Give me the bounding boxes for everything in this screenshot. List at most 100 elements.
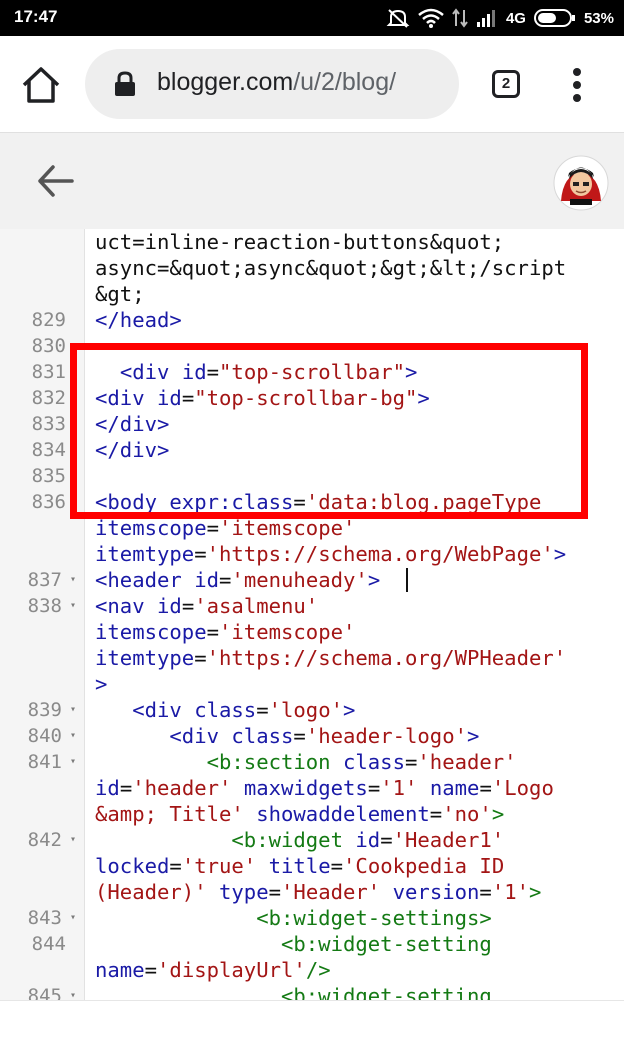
line-number: 831 (31, 361, 66, 383)
code-token: = (367, 776, 381, 800)
fold-toggle-icon[interactable]: ▾ (70, 749, 76, 775)
code-line[interactable]: name='displayUrl'/> (95, 957, 331, 983)
signal-icon (476, 10, 495, 27)
code-token: = (206, 516, 219, 540)
code-token: <div (119, 360, 182, 384)
code-token: type (219, 880, 269, 904)
code-token: <b:section (206, 750, 343, 774)
code-token: <b:widget-setting (280, 932, 492, 956)
code-token: showaddelement (256, 802, 430, 826)
code-token: /> (305, 958, 331, 982)
code-token: > (405, 360, 418, 384)
code-line[interactable]: > (95, 671, 107, 697)
line-number: 830 (31, 335, 66, 357)
code-line[interactable]: <b:section class='header' (95, 749, 517, 775)
code-line[interactable]: <b:widget-setting (95, 983, 492, 1000)
code-token: </div> (95, 412, 170, 436)
code-token: = (144, 958, 158, 982)
code-token: 'Logo (491, 776, 554, 800)
code-line[interactable]: <b:widget-settings> (95, 905, 492, 931)
code-token: <b:widget-setting (280, 984, 492, 1000)
code-token: <div (132, 698, 195, 722)
code-token: 'https://schema.org/WPHeader' (206, 646, 567, 670)
code-line[interactable]: <body expr:class='data:blog.pageType (95, 489, 541, 515)
profile-avatar[interactable] (553, 155, 609, 211)
line-number: 842 (27, 829, 62, 851)
code-token: id (95, 776, 120, 800)
code-token: 'no' (442, 802, 492, 826)
code-token: "top-scrollbar-bg" (194, 386, 418, 410)
code-line[interactable]: uct=inline-reaction-buttons&quot; (95, 229, 504, 255)
address-bar[interactable]: blogger.com/u/2/blog/ (85, 49, 459, 119)
fold-toggle-icon[interactable]: ▾ (70, 697, 76, 723)
line-number: 838 (27, 595, 62, 617)
fold-toggle-icon[interactable]: ▾ (70, 593, 76, 619)
code-line[interactable]: itemtype='https://schema.org/WPHeader' (95, 645, 566, 671)
code-line[interactable]: <header id='menuheady'> (95, 567, 380, 593)
code-token: itemtype (95, 646, 195, 670)
code-token: &gt; (95, 282, 145, 306)
code-token: = (293, 724, 306, 748)
code-token: > (467, 724, 480, 748)
fold-toggle-icon[interactable]: ▾ (70, 567, 76, 593)
url-path: /u/2/blog/ (293, 68, 397, 96)
bottom-bar (0, 1000, 624, 1041)
fold-toggle-icon[interactable]: ▾ (70, 827, 76, 853)
code-line[interactable]: <div class='header-logo'> (95, 723, 479, 749)
code-line[interactable]: locked='true' title='Cookpedia ID (95, 853, 504, 879)
code-line[interactable]: &gt; (95, 281, 145, 307)
code-editor[interactable]: 829 830 831 832 833 834 835 836 837 ▾ 838 ▾ 839 ▾ 840 ▾… (0, 229, 624, 1000)
code-token: <nav (95, 594, 157, 618)
line-number: 834 (31, 439, 66, 461)
code-token: locked (95, 854, 170, 878)
url-host: blogger.com (157, 68, 294, 96)
code-token: 'header' (417, 750, 517, 774)
code-token: '1' (491, 880, 530, 904)
code-token: itemscope (95, 620, 207, 644)
code-line[interactable]: itemscope='itemscope' (95, 619, 355, 645)
fold-toggle-icon[interactable]: ▾ (70, 905, 76, 931)
code-line[interactable]: &amp; Title' showaddelement='no'> (95, 801, 504, 827)
code-line[interactable]: </div> (95, 437, 169, 463)
code-token: > (367, 568, 381, 592)
code-line[interactable]: </div> (95, 411, 169, 437)
fold-toggle-icon[interactable]: ▾ (70, 983, 76, 1000)
code-line[interactable]: </head> (95, 307, 182, 333)
code-token: = (194, 542, 207, 566)
code-line[interactable]: itemtype='https://schema.org/WebPage'> (95, 541, 566, 567)
code-line[interactable]: <b:widget-setting (95, 931, 492, 957)
code-line[interactable]: <nav id='asalmenu' (95, 593, 318, 619)
code-token: name (429, 776, 480, 800)
code-token: 'logo' (268, 698, 344, 722)
home-icon[interactable] (20, 64, 62, 106)
code-line[interactable]: (Header)' type='Header' version='1'> (95, 879, 541, 905)
back-arrow-icon[interactable] (36, 163, 74, 199)
line-number: 829 (31, 309, 66, 331)
code-token: <header (95, 568, 195, 592)
code-token: (Header)' (95, 880, 207, 904)
tab-switcher-button[interactable]: 2 (492, 70, 520, 98)
more-menu-icon[interactable] (564, 66, 590, 104)
code-token: 'https://schema.org/WebPage' (206, 542, 554, 566)
url-text: blogger.com/u/2/blog/ (157, 68, 396, 97)
code-line[interactable]: async=&quot;async&quot;&gt;&lt;/script (95, 255, 566, 281)
battery-percent: 53% (583, 9, 614, 27)
code-line[interactable]: <b:widget id='Header1' (95, 827, 504, 853)
code-line[interactable]: <div class='logo'> (95, 697, 355, 723)
code-token: = (119, 776, 133, 800)
code-token: version (392, 880, 480, 904)
code-token: = (404, 750, 418, 774)
code-line[interactable]: <div id="top-scrollbar-bg"> (95, 385, 430, 411)
code-line[interactable]: id='header' maxwidgets='1' name='Logo (95, 775, 554, 801)
line-number: 845 (27, 985, 62, 1000)
code-line[interactable]: <div id="top-scrollbar"> (95, 359, 418, 385)
fold-toggle-icon[interactable]: ▾ (70, 723, 76, 749)
code-line[interactable]: itemscope='itemscope' (95, 515, 355, 541)
editor-header (0, 133, 624, 229)
